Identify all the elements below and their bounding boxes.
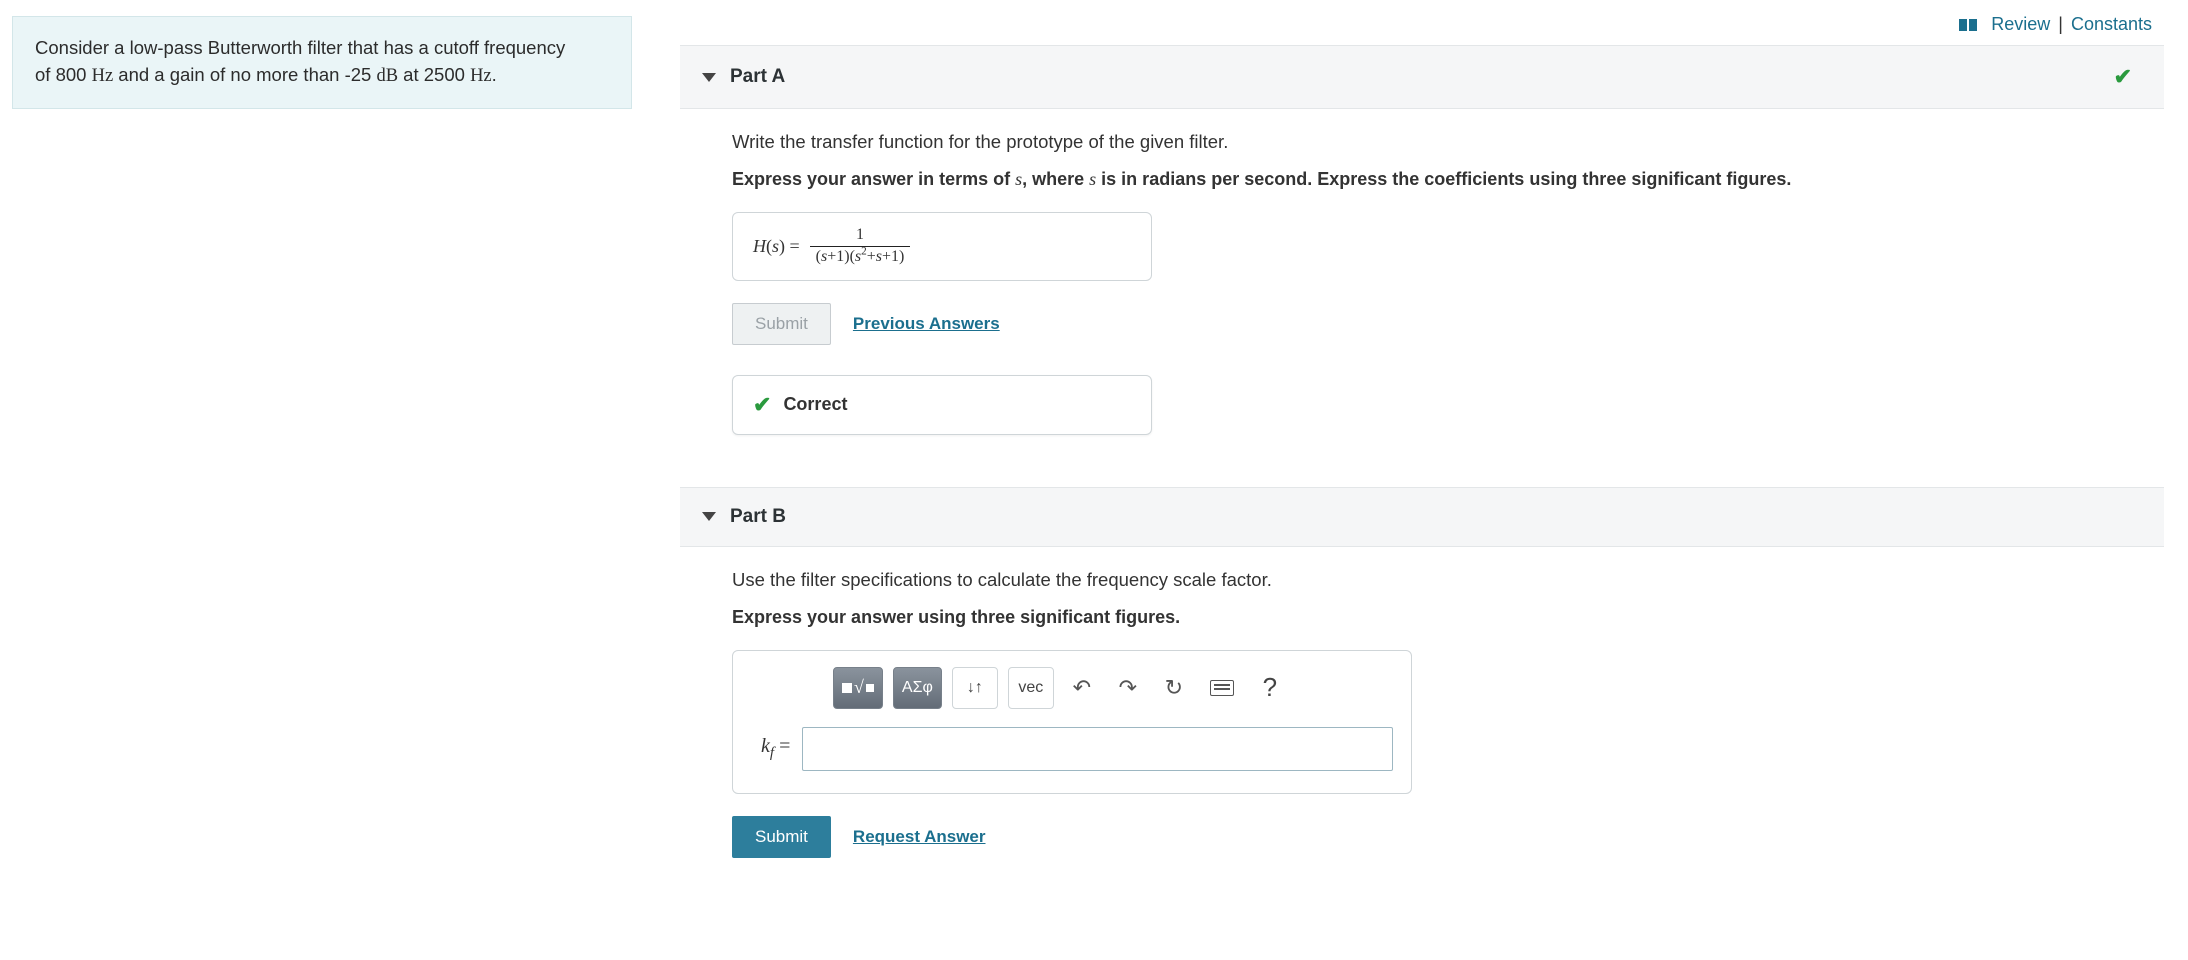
part-b-body: Use the filter specifications to calcula…: [680, 547, 2164, 880]
part-a-instruction-b: , where: [1022, 169, 1089, 189]
answer-lhs-close-eq: ) =: [779, 236, 800, 256]
answer-editor: √ ΑΣφ ↓↑ vec ↶ ↷ ↻ ?: [732, 650, 1412, 794]
part-a: Part A ✔ Write the transfer function for…: [680, 45, 2164, 457]
answer-lhs-var: s: [772, 236, 779, 256]
part-a-body: Write the transfer function for the prot…: [680, 109, 2164, 457]
answer-lhs: H(s) =: [753, 236, 800, 257]
fraction-denominator: (s+1)(s2+s+1): [810, 246, 911, 266]
part-a-title: Part A: [730, 66, 785, 88]
template-tool[interactable]: √: [833, 667, 883, 709]
feedback-text: Correct: [783, 394, 847, 415]
part-b-title: Part B: [730, 506, 786, 528]
keyboard-tool[interactable]: [1202, 667, 1242, 709]
constants-link[interactable]: Constants: [2071, 14, 2152, 35]
answer-fraction: 1 (s+1)(s2+s+1): [810, 227, 911, 266]
part-b-instruction: Express your answer using three signific…: [732, 607, 2162, 628]
check-icon: ✔: [753, 392, 771, 418]
booklet-icon: [1959, 19, 1977, 31]
greek-tool[interactable]: ΑΣφ: [893, 667, 942, 709]
part-a-header[interactable]: Part A ✔: [680, 45, 2164, 109]
top-links: Review | Constants: [680, 14, 2164, 35]
answer-lhs-h: H: [753, 236, 766, 256]
part-a-instruction-a: Express your answer in terms of: [732, 169, 1015, 189]
problem-text-line1e: .: [492, 64, 497, 85]
submit-button-b[interactable]: Submit: [732, 816, 831, 858]
answer-input-row: kf =: [761, 727, 1393, 771]
collapse-icon: [702, 73, 716, 82]
editor-toolbar: √ ΑΣφ ↓↑ vec ↶ ↷ ↻ ?: [833, 667, 1393, 709]
answer-input[interactable]: [802, 727, 1393, 771]
reset-tool[interactable]: ↻: [1156, 667, 1192, 709]
unit-hz-2: Hz: [470, 66, 492, 86]
part-b-prompt: Use the filter specifications to calcula…: [732, 569, 2162, 591]
part-a-actions: Submit Previous Answers: [732, 303, 2162, 345]
previous-answers-link[interactable]: Previous Answers: [853, 314, 1000, 334]
top-links-separator: |: [2058, 14, 2063, 35]
redo-tool[interactable]: ↷: [1110, 667, 1146, 709]
feedback-correct: ✔ Correct: [732, 375, 1152, 435]
review-link[interactable]: Review: [1991, 14, 2050, 35]
problem-text-line1a: Consider a low-pass Butterworth filter t…: [35, 37, 565, 58]
unit-db: dB: [376, 66, 398, 86]
part-b: Part B Use the filter specifications to …: [680, 487, 2164, 880]
help-tool[interactable]: ?: [1252, 667, 1288, 709]
part-a-instruction: Express your answer in terms of s, where…: [732, 169, 2162, 190]
problem-text-line1d: at 2500: [398, 64, 470, 85]
problem-text-line1b: of 800: [35, 64, 86, 85]
fraction-numerator: 1: [850, 227, 870, 246]
collapse-icon: [702, 512, 716, 521]
unit-hz-1: Hz: [92, 66, 114, 86]
problem-statement: Consider a low-pass Butterworth filter t…: [12, 16, 632, 109]
part-b-header[interactable]: Part B: [680, 487, 2164, 547]
request-answer-link[interactable]: Request Answer: [853, 827, 986, 847]
part-a-prompt: Write the transfer function for the prot…: [732, 131, 2162, 153]
vec-tool[interactable]: vec: [1008, 667, 1054, 709]
template-icon: √: [842, 677, 874, 698]
subsup-tool[interactable]: ↓↑: [952, 667, 998, 709]
undo-tool[interactable]: ↶: [1064, 667, 1100, 709]
part-a-check-icon: ✔: [2114, 64, 2142, 90]
part-a-instruction-c: is in radians per second. Express the co…: [1096, 169, 1791, 189]
keyboard-icon: [1210, 680, 1234, 696]
kf-eq: =: [774, 735, 790, 757]
problem-text-line1c: and a gain of no more than -25: [113, 64, 376, 85]
kf-label: kf =: [761, 735, 790, 762]
submit-button-a: Submit: [732, 303, 831, 345]
kf-k: k: [761, 735, 770, 757]
part-b-actions: Submit Request Answer: [732, 816, 2162, 858]
part-a-answer-display: H(s) = 1 (s+1)(s2+s+1): [732, 212, 1152, 281]
